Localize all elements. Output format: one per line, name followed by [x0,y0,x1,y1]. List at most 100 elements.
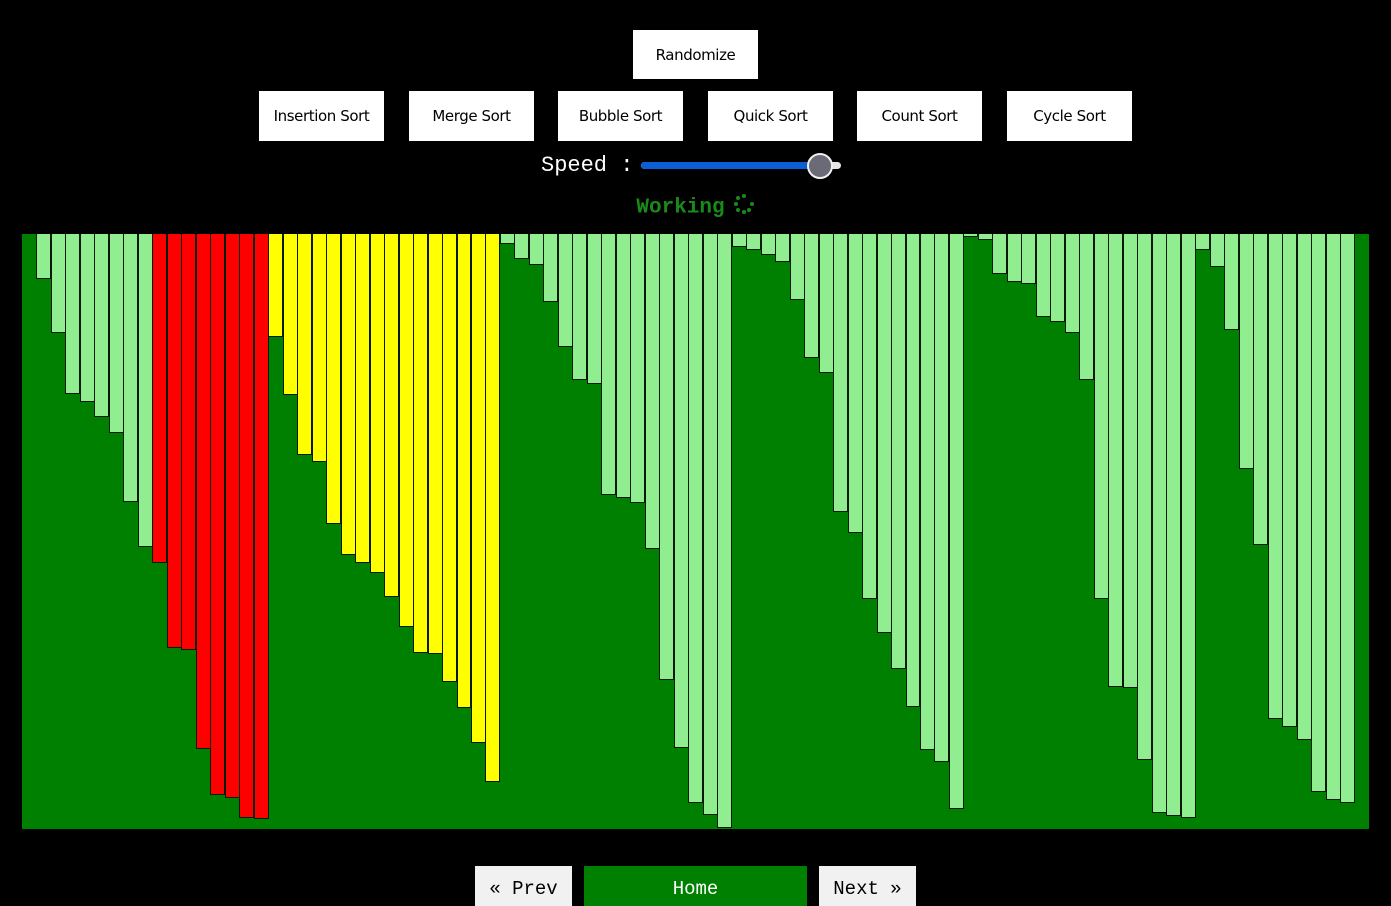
bar-default [65,234,81,395]
bar-compare [166,234,182,649]
bubble-sort-button[interactable]: Bubble Sort [558,91,683,141]
bar-default [1137,234,1153,760]
bar-default [731,234,747,248]
bar-compare [181,234,197,650]
bar-default [1035,234,1051,317]
merge-sort-button[interactable]: Merge Sort [409,91,534,141]
bar-default [1311,234,1327,793]
bar-default [1180,234,1196,819]
bar-default [79,234,95,402]
bar-active [268,234,284,337]
bar-default [963,234,979,237]
bar-default [775,234,791,262]
bar-default [1166,234,1182,816]
next-button[interactable]: Next » [819,866,916,906]
bar-default [948,234,964,809]
randomize-button[interactable]: Randomize [633,30,758,79]
quick-sort-button[interactable]: Quick Sort [708,91,833,141]
speed-slider[interactable] [641,151,842,179]
bar-default [934,234,950,762]
bar-compare [253,234,269,819]
slider-fill [641,162,820,169]
bar-default [977,234,993,240]
speed-label: Speed : [541,152,634,178]
bar-default [615,234,631,499]
bar-default [862,234,878,599]
bar-default [1340,234,1355,803]
bar-default [905,234,921,708]
bar-active [427,234,443,655]
bar-active [413,234,429,653]
bar-default [1064,234,1080,333]
bar-default [1079,234,1095,380]
bar-active [311,234,327,462]
bar-default [499,234,515,245]
count-sort-button[interactable]: Count Sort [857,91,982,141]
bar-default [1195,234,1211,251]
bar-default [1238,234,1254,470]
bar-default [36,234,52,280]
bar-default [876,234,892,634]
prev-button[interactable]: « Prev [475,866,572,906]
bar-default [992,234,1008,274]
bar-default [1108,234,1124,687]
spinner-dot [749,202,754,206]
bar-active [384,234,400,597]
bar-active [456,234,472,709]
speed-control: Speed : [541,150,842,180]
bar-active [398,234,414,628]
bar-active [355,234,371,564]
bar-default [746,234,762,251]
bar-default [1006,234,1022,283]
bar-default [50,234,66,333]
bar-default [659,234,675,681]
bar-default [601,234,617,496]
bar-default [586,234,602,384]
bar-default [1224,234,1240,330]
bar-compare [224,234,240,799]
bar-default [94,234,110,418]
bar-default [920,234,935,750]
bar-default [688,234,704,803]
bar-active [369,234,385,574]
bar-default [572,234,588,380]
home-button[interactable]: Home [584,866,807,906]
bar-active [282,234,298,396]
bar-compare [239,234,255,819]
bar-default [1050,234,1066,323]
bar-default [702,234,718,815]
insertion-sort-button[interactable]: Insertion Sort [259,91,384,141]
bar-default [1093,234,1109,599]
bar-default [1325,234,1341,800]
spinner-dot [741,210,746,214]
bar-default [108,234,124,433]
bar-compare [195,234,211,750]
bar-default [644,234,660,549]
bar-default [557,234,573,348]
bar-default [137,234,153,547]
bar-default [543,234,559,302]
bar-default [673,234,689,749]
cycle-sort-button[interactable]: Cycle Sort [1007,91,1132,141]
bar-default [1253,234,1269,546]
spinner-icon [733,193,755,215]
bar-default [717,234,733,828]
bar-default [1282,234,1298,728]
bar-default [1267,234,1283,719]
bar-active [297,234,313,455]
bar-active [471,234,486,743]
spinner-dot [733,202,738,206]
bar-default [818,234,834,374]
status-indicator: Working [0,193,1391,220]
spinner-dot [735,196,740,201]
bar-default [1021,234,1037,284]
bar-default [1296,234,1312,740]
bar-default [630,234,646,503]
bar-default [514,234,530,259]
bar-active [326,234,342,524]
bar-default [1151,234,1167,813]
bar-default [833,234,849,512]
slider-thumb[interactable] [807,153,834,179]
bar-active [485,234,501,782]
bar-default [760,234,776,255]
